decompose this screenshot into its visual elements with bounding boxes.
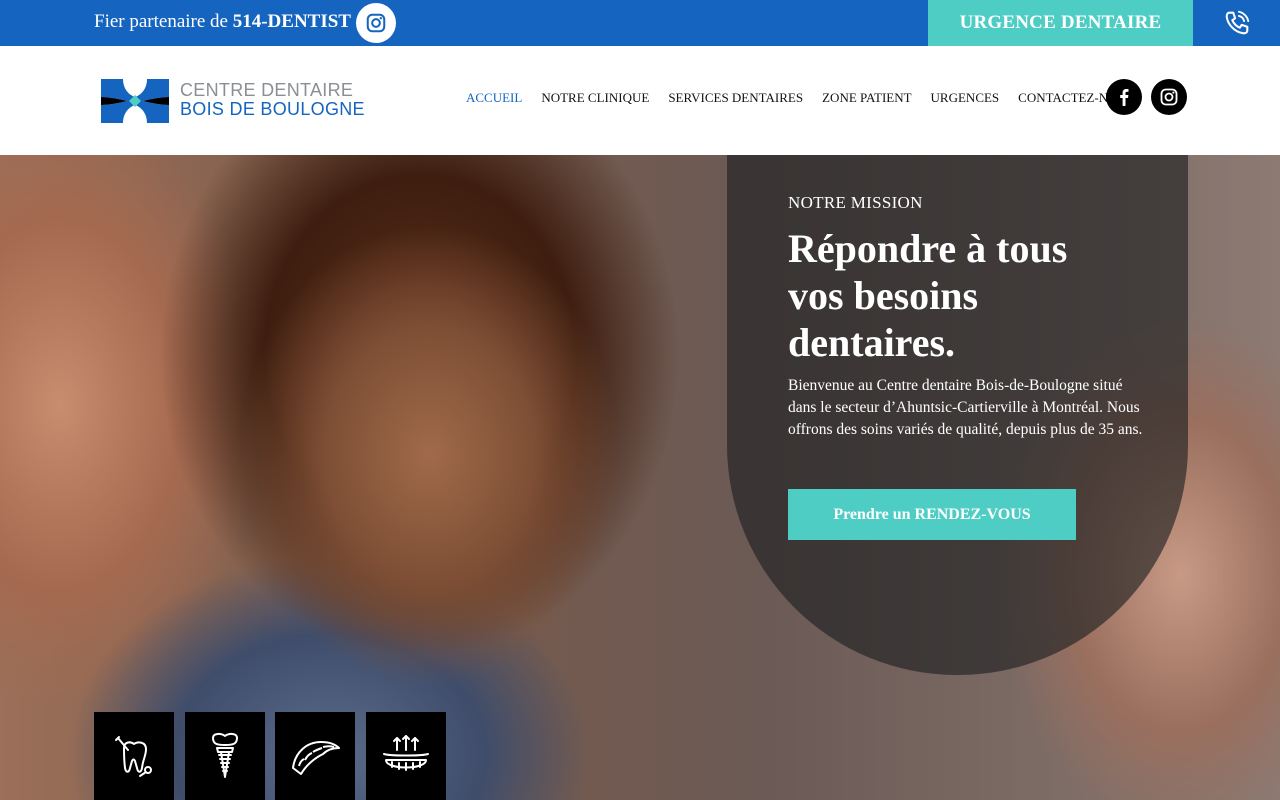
nav-item-services-dentaires[interactable]: SERVICES DENTAIRES (668, 90, 803, 106)
partner-text: Fier partenaire de 514-DENTIST (94, 11, 351, 32)
book-appointment-button[interactable]: Prendre un RENDEZ-VOUS (788, 489, 1076, 540)
logo-text[interactable]: CENTRE DENTAIRE BOIS DE BOULOGNE (180, 81, 365, 119)
instagram-icon[interactable] (1151, 79, 1187, 115)
nav-item-notre-clinique[interactable]: NOTRE CLINIQUE (541, 90, 649, 106)
dental-aligner-icon[interactable] (275, 712, 355, 800)
nav-item-urgences[interactable]: URGENCES (931, 90, 1000, 106)
facebook-icon[interactable] (1106, 79, 1142, 115)
denture-icon[interactable] (366, 712, 446, 800)
top-bar: Fier partenaire de 514-DENTIST URGENCE D… (0, 0, 1280, 46)
site-header: CENTRE DENTAIRE BOIS DE BOULOGNE ACCUEIL… (0, 46, 1280, 155)
clinic-logo-icon[interactable] (99, 77, 171, 125)
tooth-tool-icon[interactable] (94, 712, 174, 800)
logo-line-2: BOIS DE BOULOGNE (180, 99, 365, 119)
phone-icon[interactable] (1193, 0, 1280, 46)
partner-brand: 514-DENTIST (232, 11, 351, 32)
logo-line-1: CENTRE DENTAIRE (180, 80, 354, 100)
nav-item-zone-patient[interactable]: ZONE PATIENT (822, 90, 911, 106)
nav-item-accueil[interactable]: ACCUEIL (466, 90, 522, 106)
hero-eyebrow: NOTRE MISSION (788, 193, 923, 212)
main-nav: ACCUEIL NOTRE CLINIQUE SERVICES DENTAIRE… (466, 90, 1134, 106)
instagram-icon[interactable] (356, 3, 396, 43)
urgence-dentaire-button[interactable]: URGENCE DENTAIRE (928, 0, 1193, 46)
hero-headline: Répondre à tous vos besoins dentaires. (788, 226, 1068, 365)
dental-implant-icon[interactable] (185, 712, 265, 800)
hero-description: Bienvenue au Centre dentaire Bois-de-Bou… (788, 377, 1143, 438)
